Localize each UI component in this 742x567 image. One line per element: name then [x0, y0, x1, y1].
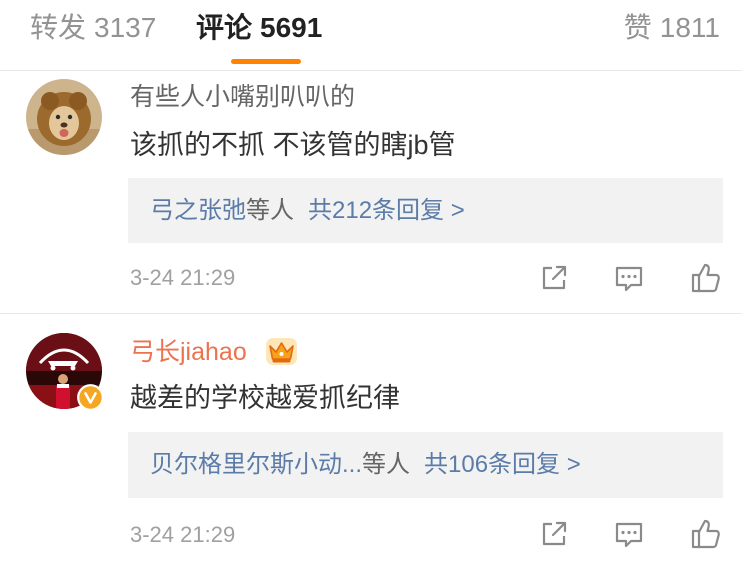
comment-timestamp: 3-24 21:29: [130, 522, 236, 547]
reply-users-link[interactable]: 贝尔格里尔斯小动...: [150, 451, 362, 478]
active-tab-indicator: [231, 59, 301, 64]
tab-comments[interactable]: 评论 5691: [196, 8, 322, 48]
reply-count-link[interactable]: 共106条回复 >: [424, 451, 581, 478]
comment-username[interactable]: 有些人小嘴别叭叭的: [130, 82, 355, 112]
reply-summary-box[interactable]: 贝尔格里尔斯小动...等人 共106条回复 >: [128, 432, 723, 498]
comment-username[interactable]: 弓长jiahao: [130, 337, 247, 367]
like-icon: [691, 519, 720, 549]
reply-users-suffix: 等人: [246, 197, 294, 224]
like-button[interactable]: [690, 262, 722, 294]
reply-users-link[interactable]: 弓之张弛: [150, 197, 246, 224]
lion-avatar: [26, 79, 102, 155]
comment-timestamp: 3-24 21:29: [130, 265, 236, 290]
tab-likes-count: 1811: [659, 12, 720, 43]
member-crown-badge[interactable]: [265, 337, 298, 366]
verified-icon: [77, 384, 104, 411]
share-icon: [542, 521, 567, 546]
reply-button[interactable]: [614, 521, 644, 549]
reply-users-suffix: 等人: [362, 451, 411, 478]
tab-repost-count: 3137: [94, 12, 157, 43]
reply-count-link[interactable]: 共212条回复 >: [308, 197, 465, 224]
comment-icon: [615, 266, 643, 292]
like-button[interactable]: [690, 518, 722, 550]
tab-repost[interactable]: 转发 3137: [30, 8, 156, 48]
tab-divider: [0, 70, 742, 71]
avatar[interactable]: [26, 79, 102, 155]
comment-icon: [615, 522, 643, 548]
share-button[interactable]: [540, 264, 568, 292]
tab-likes[interactable]: 赞 1811: [624, 8, 720, 48]
reply-summary-box[interactable]: 弓之张弛等人 共212条回复 >: [128, 178, 723, 243]
tab-comments-label: 评论: [196, 12, 253, 43]
crown-icon: [266, 338, 297, 365]
verified-badge: [77, 384, 104, 411]
share-icon: [542, 265, 567, 290]
reply-button[interactable]: [614, 265, 644, 293]
like-icon: [691, 263, 720, 293]
tab-comments-count: 5691: [260, 12, 323, 43]
share-button[interactable]: [540, 520, 568, 548]
tab-repost-label: 转发: [30, 12, 87, 43]
comment-text: 该抓的不抓 不该管的瞎jb管: [130, 130, 456, 160]
comment-text: 越差的学校越爱抓纪律: [130, 383, 400, 413]
tab-likes-label: 赞: [623, 12, 652, 43]
comment-divider: [0, 313, 742, 314]
